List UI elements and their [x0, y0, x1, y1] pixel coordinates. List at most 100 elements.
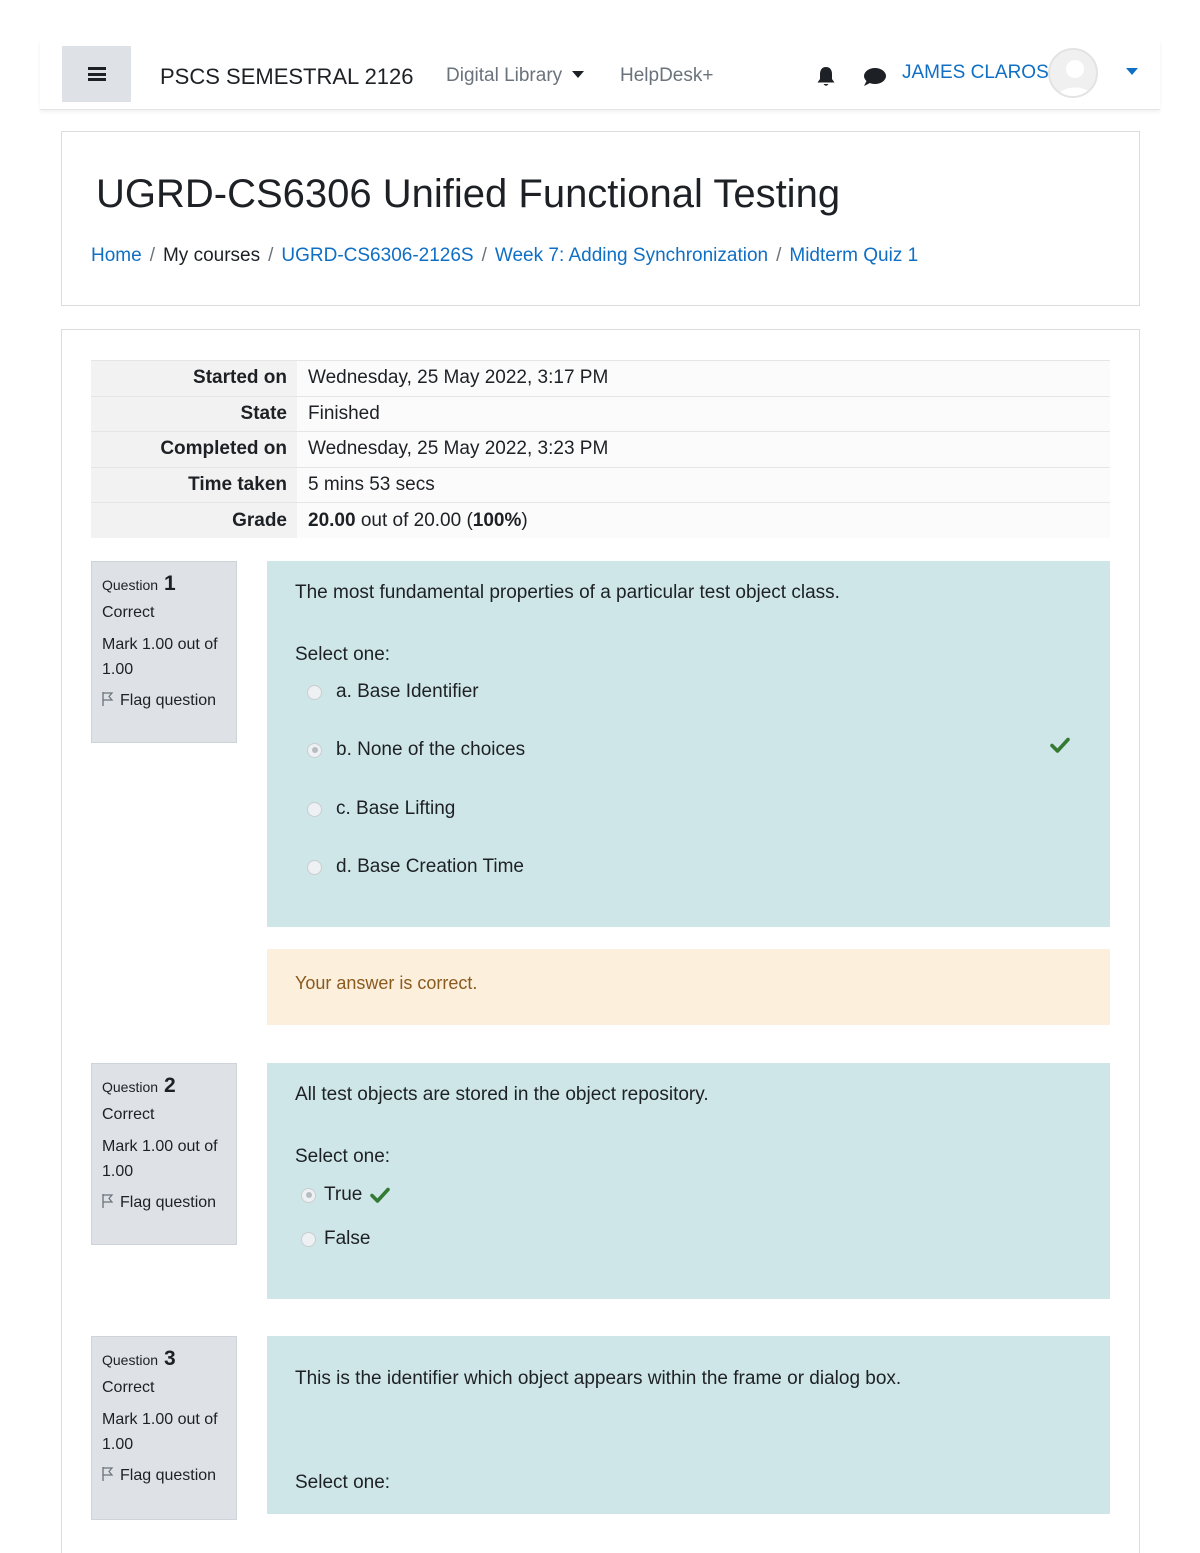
- grade-value: 20.00 out of 20.00 (100%): [297, 502, 1110, 538]
- answer-label: True: [324, 1184, 363, 1205]
- answer-option[interactable]: d. Base Creation Time: [307, 856, 524, 878]
- answer-option-selected[interactable]: True: [301, 1184, 391, 1206]
- question-info: Question 1 Correct Mark 1.00 out of 1.00…: [91, 561, 237, 743]
- question-number-line: Question 3: [102, 1347, 226, 1371]
- summary-value: Wednesday, 25 May 2022, 3:23 PM: [297, 431, 1110, 467]
- question-number: 2: [163, 1074, 176, 1097]
- answer-radio[interactable]: [301, 1231, 316, 1247]
- feedback-text: Your answer is correct.: [295, 973, 478, 993]
- chevron-down-icon: [572, 71, 585, 78]
- helpdesk-link[interactable]: HelpDesk+: [620, 65, 713, 87]
- breadcrumb-separator: /: [776, 245, 782, 266]
- flag-question-link[interactable]: Flag question: [102, 692, 226, 710]
- answer-radio[interactable]: [307, 801, 322, 817]
- check-icon: [370, 1187, 391, 1203]
- answer-label: d. Base Creation Time: [336, 856, 524, 877]
- question-content: All test objects are stored in the objec…: [267, 1063, 1110, 1299]
- question-number-line: Question 1: [102, 572, 226, 596]
- flag-icon: [102, 692, 114, 706]
- nav-drawer-toggle[interactable]: [62, 46, 131, 102]
- grade-score: 20.00: [308, 509, 356, 531]
- breadcrumb: Home / My courses / UGRD-CS6306-2126S / Week 7…: [91, 245, 918, 267]
- check-icon: [1050, 737, 1070, 753]
- select-one-label: Select one:: [295, 1472, 391, 1493]
- flag-icon: [102, 1194, 114, 1208]
- question-prefix: Question: [102, 1352, 159, 1368]
- select-one-label: Select one:: [295, 1146, 391, 1167]
- breadcrumb-course[interactable]: UGRD-CS6306-2126S: [281, 245, 473, 266]
- breadcrumb-quiz[interactable]: Midterm Quiz 1: [789, 245, 918, 266]
- hamburger-icon: [87, 67, 106, 81]
- flag-icon: [102, 1467, 114, 1481]
- avatar-icon[interactable]: [1048, 48, 1098, 98]
- summary-label: Completed on: [91, 431, 297, 467]
- summary-row: State Finished: [91, 396, 1110, 432]
- question-prefix: Question: [102, 577, 159, 593]
- answer-radio[interactable]: [307, 684, 322, 700]
- answer-radio[interactable]: [307, 742, 322, 758]
- select-one-label: Select one:: [295, 644, 391, 665]
- attempt-summary-table: Started on Wednesday, 25 May 2022, 3:17 …: [91, 360, 1110, 538]
- user-menu-chevron-down-icon[interactable]: [1126, 68, 1138, 75]
- summary-value: 5 mins 53 secs: [297, 467, 1110, 503]
- summary-row: Time taken 5 mins 53 secs: [91, 467, 1110, 503]
- grade-close: ): [521, 509, 528, 531]
- question-mark: Mark 1.00 out of 1.00: [102, 1411, 218, 1453]
- summary-row: Started on Wednesday, 25 May 2022, 3:17 …: [91, 360, 1110, 396]
- answer-option-selected[interactable]: b. None of the choices: [307, 739, 525, 761]
- answer-option[interactable]: c. Base Lifting: [307, 798, 455, 820]
- question-number: 1: [163, 572, 176, 595]
- summary-label: State: [91, 396, 297, 432]
- answer-radio[interactable]: [307, 859, 322, 875]
- question-number: 3: [163, 1347, 176, 1370]
- summary-label: Grade: [91, 502, 297, 538]
- question-state: Correct: [102, 604, 155, 621]
- question-content: This is the identifier which object appe…: [267, 1336, 1110, 1514]
- summary-label: Started on: [91, 360, 297, 396]
- breadcrumb-separator: /: [149, 245, 155, 266]
- bell-icon[interactable]: [814, 66, 838, 88]
- flag-question-label: Flag question: [120, 1194, 217, 1211]
- summary-value: Wednesday, 25 May 2022, 3:17 PM: [297, 360, 1110, 396]
- question-text: The most fundamental properties of a par…: [295, 582, 840, 603]
- site-name[interactable]: PSCS SEMESTRAL 2126: [160, 64, 414, 90]
- question-number-line: Question 2: [102, 1074, 226, 1098]
- breadcrumb-my-courses: My courses: [162, 245, 261, 266]
- quiz-review-region: Started on Wednesday, 25 May 2022, 3:17 …: [61, 329, 1140, 1553]
- flag-question-link[interactable]: Flag question: [102, 1467, 226, 1485]
- breadcrumb-home[interactable]: Home: [91, 245, 142, 266]
- flag-question-label: Flag question: [120, 692, 217, 709]
- answer-option[interactable]: False: [301, 1228, 370, 1250]
- answer-label: False: [324, 1228, 371, 1249]
- digital-library-menu[interactable]: Digital Library: [446, 65, 585, 87]
- question-info: Question 3 Correct Mark 1.00 out of 1.00…: [91, 1336, 237, 1520]
- summary-row: Completed on Wednesday, 25 May 2022, 3:2…: [91, 431, 1110, 467]
- question-text: All test objects are stored in the objec…: [295, 1084, 709, 1105]
- grade-out-of: out of 20.00 (: [355, 509, 473, 531]
- summary-value: Finished: [297, 396, 1110, 432]
- answer-label: b. None of the choices: [336, 739, 526, 760]
- question-content: The most fundamental properties of a par…: [267, 561, 1110, 927]
- top-navbar: PSCS SEMESTRAL 2126 Digital Library Help…: [40, 40, 1160, 110]
- page-title: UGRD-CS6306 Unified Functional Testing: [96, 172, 841, 216]
- summary-row-grade: Grade 20.00 out of 20.00 (100%): [91, 502, 1110, 538]
- breadcrumb-week[interactable]: Week 7: Adding Synchronization: [495, 245, 768, 266]
- answer-option[interactable]: a. Base Identifier: [307, 681, 479, 703]
- question-mark: Mark 1.00 out of 1.00: [102, 1138, 218, 1180]
- flag-question-label: Flag question: [120, 1467, 217, 1484]
- user-name[interactable]: JAMES CLAROS: [902, 62, 1049, 84]
- question-mark: Mark 1.00 out of 1.00: [102, 636, 218, 678]
- breadcrumb-separator: /: [481, 245, 487, 266]
- answer-label: a. Base Identifier: [336, 681, 479, 702]
- answer-radio[interactable]: [301, 1187, 316, 1203]
- page-header: UGRD-CS6306 Unified Functional Testing H…: [61, 131, 1140, 306]
- flag-question-link[interactable]: Flag question: [102, 1194, 226, 1212]
- chat-icon[interactable]: [862, 66, 888, 88]
- question-state: Correct: [102, 1379, 155, 1396]
- question-text: This is the identifier which object appe…: [295, 1368, 902, 1389]
- grade-percent: 100%: [472, 509, 522, 531]
- digital-library-label: Digital Library: [446, 65, 563, 86]
- question-prefix: Question: [102, 1079, 159, 1095]
- question-info: Question 2 Correct Mark 1.00 out of 1.00…: [91, 1063, 237, 1245]
- question-state: Correct: [102, 1106, 155, 1123]
